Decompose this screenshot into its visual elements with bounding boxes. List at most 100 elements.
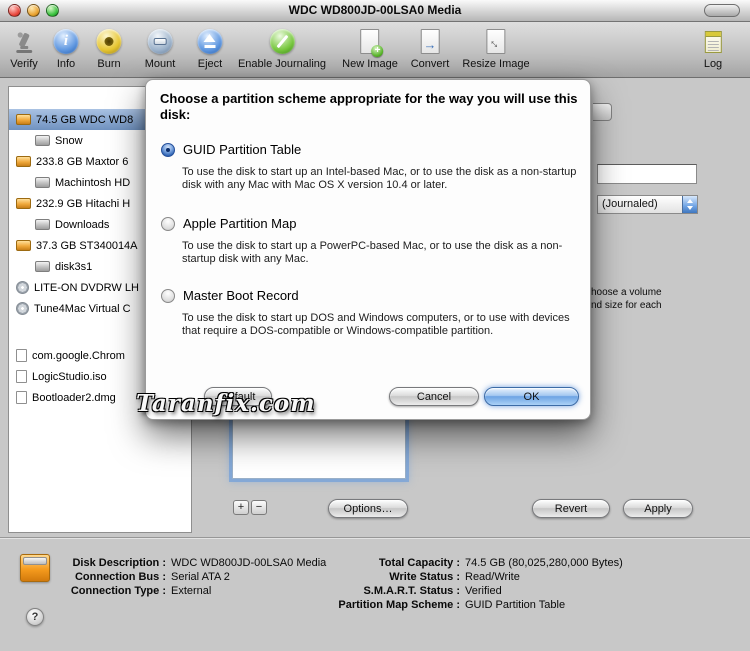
titlebar: WDC WD800JD-00LSA0 Media: [0, 0, 750, 22]
apple-partition-map-description: To use the disk to start up a PowerPC-ba…: [182, 240, 563, 265]
sidebar-item-label: Tune4Mac Virtual C: [34, 302, 131, 315]
guid-description: To use the disk to start up an Intel-bas…: [182, 166, 577, 191]
sidebar-item-label: disk3s1: [55, 260, 93, 273]
sidebar-item-label: Bootloader2.dmg: [32, 391, 116, 404]
traffic-lights: [8, 4, 59, 17]
external-drive-icon: [20, 554, 50, 582]
dialog-prompt: Choose a partition scheme appropriate fo…: [160, 91, 578, 122]
sidebar-item-label: Machintosh HD: [55, 176, 131, 189]
radio-label: GUID Partition Table: [183, 142, 302, 157]
radio-master-boot-record[interactable]: Master Boot Record: [161, 288, 299, 303]
add-partition-button[interactable]: +: [233, 500, 249, 515]
hard-disk-icon: [16, 198, 31, 209]
smart-status-label: S.M.A.R.T. Status :: [363, 585, 460, 597]
cancel-button[interactable]: Cancel: [389, 387, 479, 406]
log-icon: [704, 25, 722, 58]
toolbar-info-button[interactable]: Info: [53, 25, 79, 70]
sidebar-item-label: LogicStudio.iso: [32, 370, 107, 383]
toolbar: Verify Info Burn Mount Eject Enable Jour…: [0, 22, 750, 78]
sidebar-item-label: Snow: [55, 134, 83, 147]
hard-disk-icon: [16, 240, 31, 251]
help-button[interactable]: ?: [26, 608, 44, 626]
mount-icon: [145, 25, 176, 58]
toolbar-label: Log: [703, 58, 723, 70]
sidebar-item-label: com.google.Chrom: [32, 349, 125, 362]
radio-apple-partition-map[interactable]: Apple Partition Map: [161, 216, 296, 231]
toolbar-label: Resize Image: [462, 58, 530, 70]
partition-box[interactable]: [232, 418, 406, 479]
toolbar-label: Mount: [144, 58, 176, 70]
zoom-button[interactable]: [46, 4, 59, 17]
sidebar-item-label: 37.3 GB ST340014A: [36, 239, 138, 252]
options-button[interactable]: Options…: [328, 499, 408, 518]
close-button[interactable]: [8, 4, 21, 17]
volume-icon: [35, 177, 50, 188]
toolbar-label: Convert: [410, 58, 450, 70]
remove-partition-button[interactable]: −: [251, 500, 267, 515]
smart-status-value: Verified: [465, 585, 502, 597]
total-capacity-value: 74.5 GB (80,025,280,000 Bytes): [465, 557, 623, 569]
toolbar-label: New Image: [342, 58, 398, 70]
disk-utility-window: WDC WD800JD-00LSA0 Media Verify Info Bur…: [0, 0, 750, 651]
hard-disk-icon: [16, 114, 31, 125]
eject-icon: [197, 25, 223, 58]
radio-selected-icon: [161, 142, 175, 157]
window-title: WDC WD800JD-00LSA0 Media: [288, 3, 462, 17]
enable-journaling-icon: [238, 25, 326, 58]
verify-icon: [10, 25, 38, 58]
toolbar-label: Eject: [197, 58, 223, 70]
toolbar-log-button[interactable]: Log: [704, 25, 722, 70]
toolbar-label: Info: [56, 58, 76, 70]
sidebar-item-label: 232.9 GB Hitachi H: [36, 197, 131, 210]
disk-info-right: Total Capacity : 74.5 GB (80,025,280,000…: [285, 557, 623, 611]
connection-bus-label: Connection Bus :: [74, 571, 166, 583]
resize-image-icon: [462, 25, 529, 58]
partition-hint-text: nd size for each: [591, 300, 662, 311]
partition-map-scheme-label: Partition Map Scheme :: [338, 599, 460, 611]
volume-format-value: (Journaled): [602, 198, 658, 210]
toolbar-mount-button[interactable]: Mount: [144, 25, 176, 70]
radio-guid-partition-table[interactable]: GUID Partition Table: [161, 142, 301, 157]
optical-disc-icon: [16, 302, 29, 315]
toolbar-label: Verify: [10, 58, 38, 70]
volume-name-field[interactable]: [597, 164, 697, 184]
watermark: Taranfix.com: [136, 390, 316, 417]
radio-unselected-icon: [161, 288, 175, 303]
toolbar-enable-journaling-button[interactable]: Enable Journaling: [238, 25, 326, 70]
partition-scheme-dialog: Choose a partition scheme appropriate fo…: [145, 79, 591, 420]
toolbar-label: Burn: [97, 58, 121, 70]
disk-image-icon: [16, 370, 27, 383]
write-status-label: Write Status :: [389, 571, 460, 583]
toolbar-label: Enable Journaling: [237, 58, 327, 70]
toolbar-new-image-button[interactable]: New Image: [342, 25, 398, 70]
connection-type-label: Connection Type :: [70, 585, 166, 597]
toolbar-toggle-button[interactable]: [704, 4, 740, 17]
hard-disk-icon: [16, 156, 31, 167]
master-boot-record-description: To use the disk to start up DOS and Wind…: [182, 312, 570, 337]
partition-hint-text: hoose a volume: [591, 287, 662, 298]
disk-image-icon: [16, 391, 27, 404]
toolbar-resize-image-button[interactable]: Resize Image: [462, 25, 530, 70]
radio-unselected-icon: [161, 216, 175, 231]
volume-format-dropdown[interactable]: (Journaled): [597, 195, 698, 214]
sidebar-item-label: Downloads: [55, 218, 110, 231]
partition-tab-fragment[interactable]: [593, 103, 612, 121]
volume-icon: [35, 219, 50, 230]
info-icon: [53, 25, 79, 58]
content-divider: [0, 537, 750, 539]
apply-button[interactable]: Apply: [623, 499, 693, 518]
burn-icon: [96, 25, 122, 58]
radio-label: Apple Partition Map: [183, 216, 297, 231]
revert-button[interactable]: Revert: [532, 499, 610, 518]
new-image-icon: [342, 25, 398, 58]
disk-description-label: Disk Description :: [72, 557, 166, 569]
toolbar-convert-button[interactable]: Convert: [410, 25, 450, 70]
optical-disc-icon: [16, 281, 29, 294]
convert-icon: [411, 25, 450, 58]
minimize-button[interactable]: [27, 4, 40, 17]
ok-button[interactable]: OK: [484, 387, 579, 406]
radio-label: Master Boot Record: [183, 288, 299, 303]
toolbar-burn-button[interactable]: Burn: [96, 25, 122, 70]
toolbar-eject-button[interactable]: Eject: [197, 25, 223, 70]
toolbar-verify-button[interactable]: Verify: [10, 25, 38, 70]
